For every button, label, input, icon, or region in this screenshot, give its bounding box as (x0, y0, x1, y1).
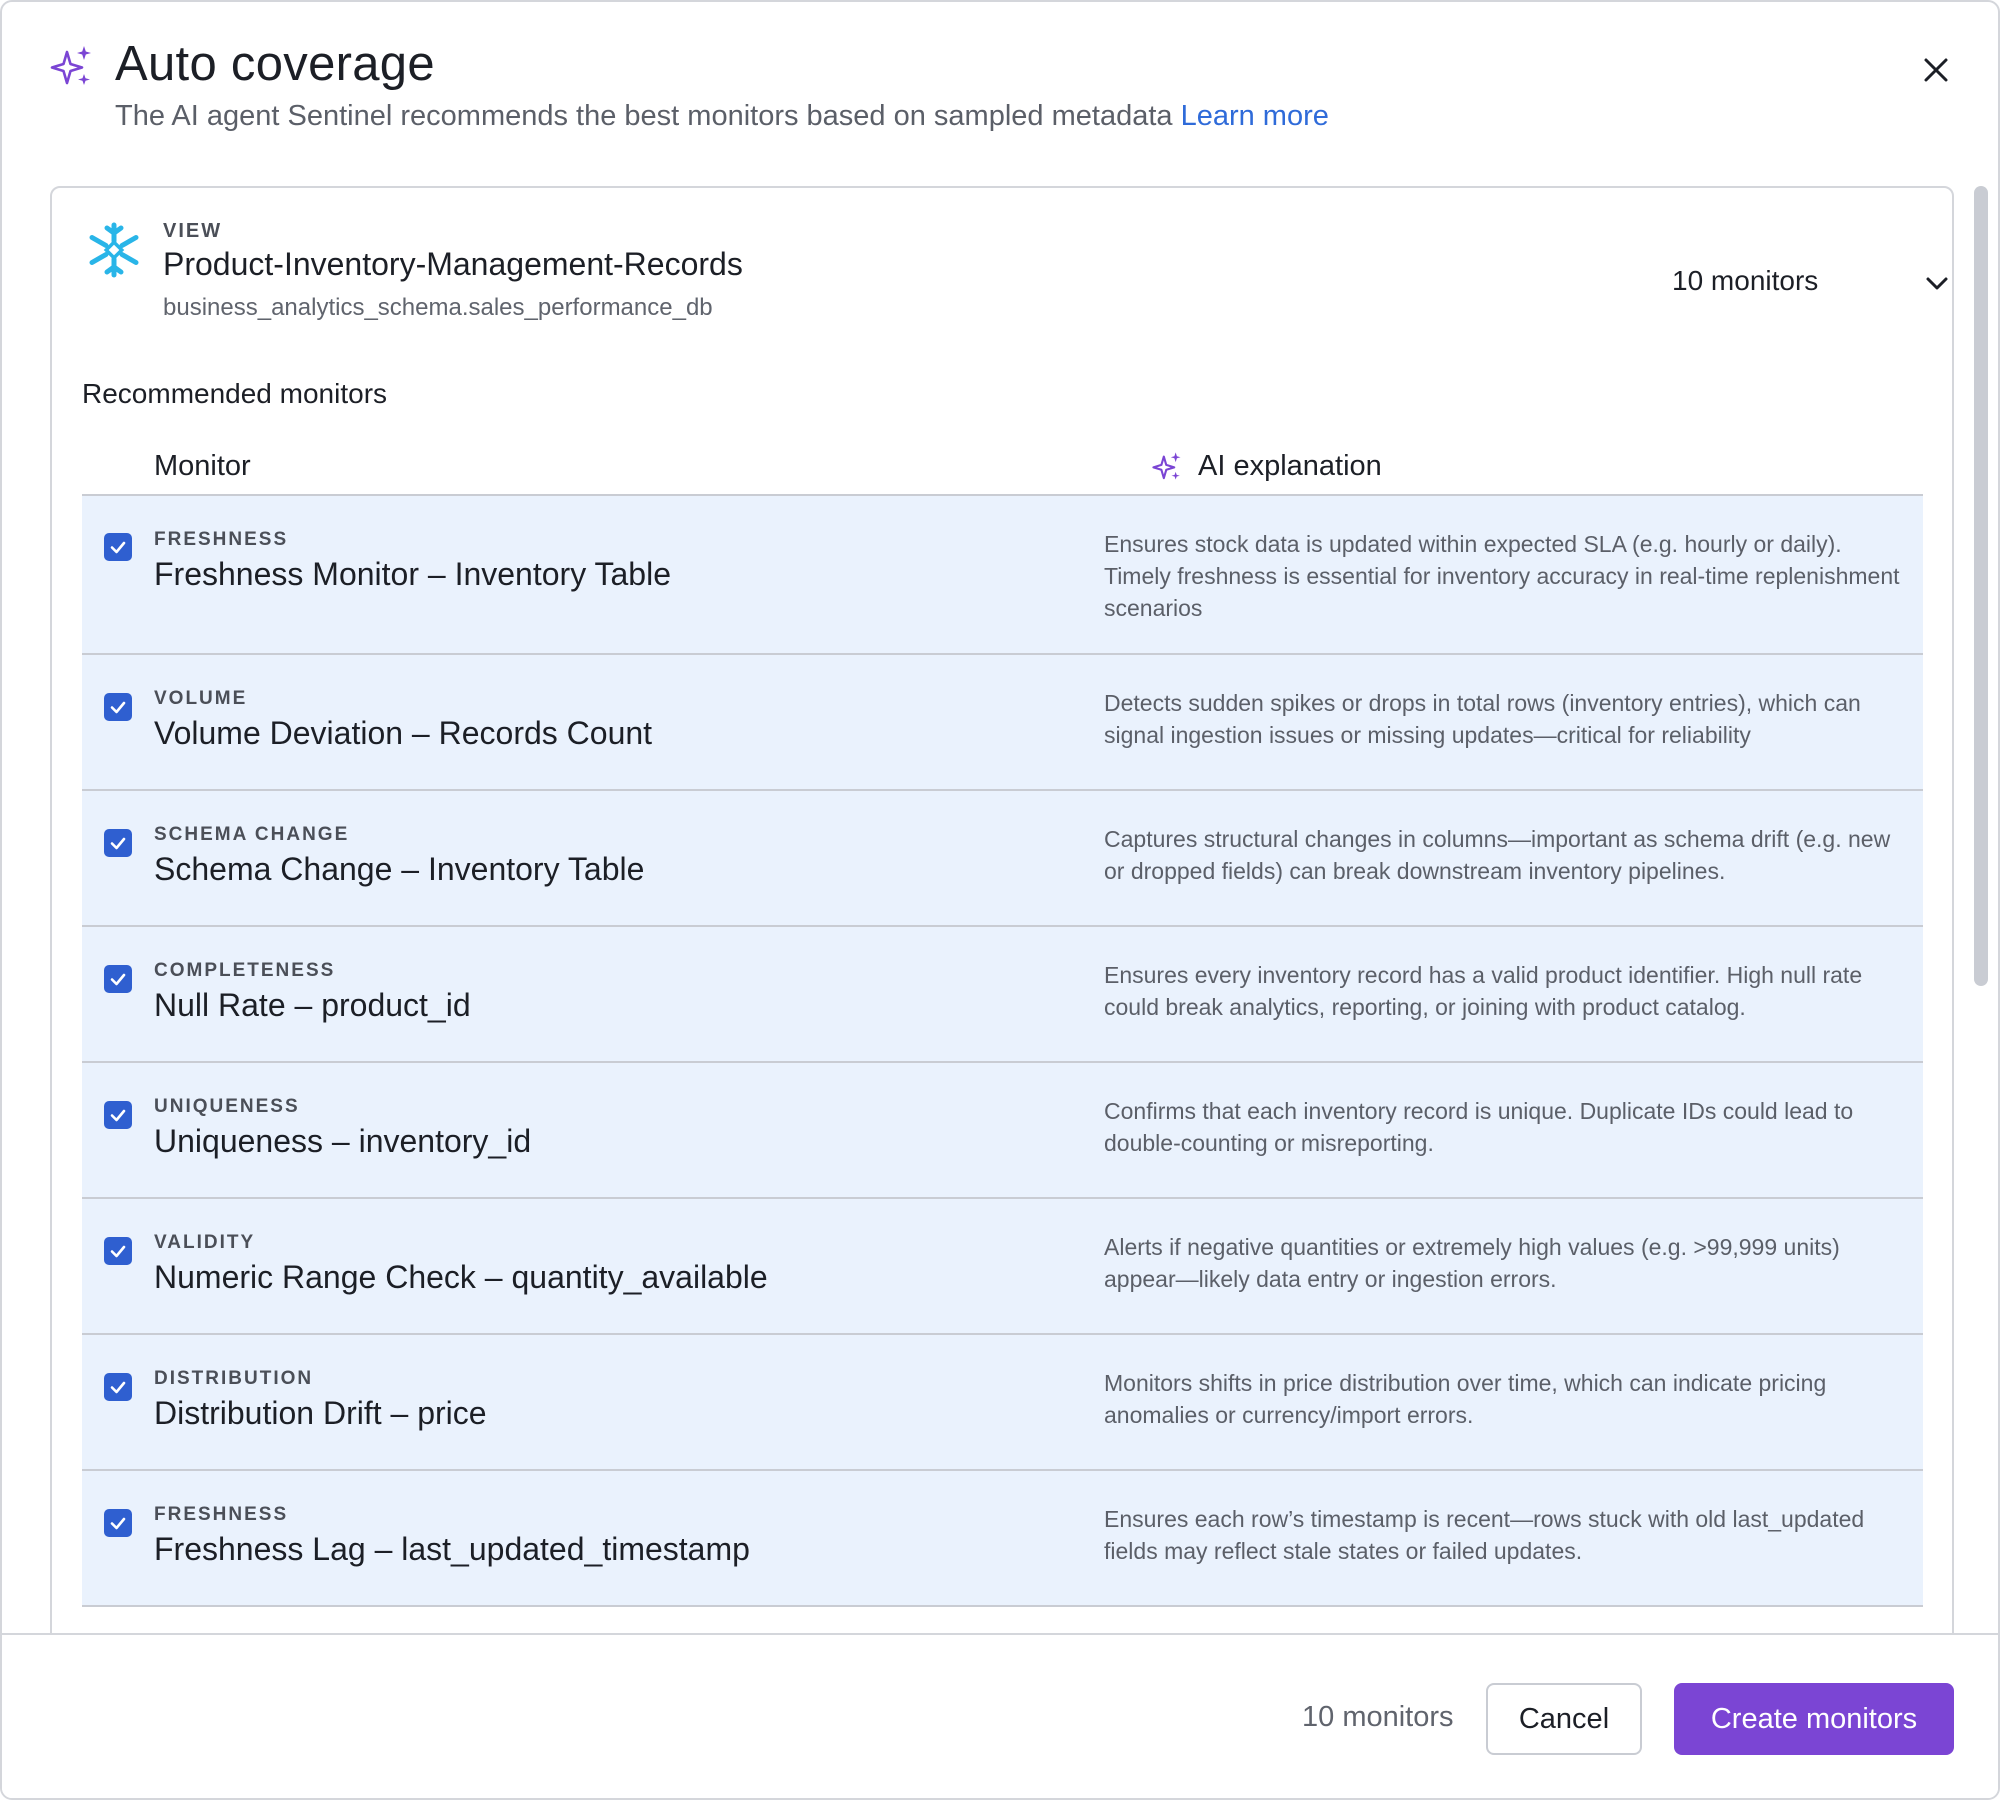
monitor-checkbox[interactable] (104, 829, 132, 857)
check-icon (110, 701, 126, 714)
snowflake-icon (89, 222, 139, 278)
monitor-count-toggle[interactable]: 10 monitors (1672, 246, 1952, 316)
monitor-name: Freshness Monitor – Inventory Table (154, 556, 671, 592)
sparkle-icon (50, 46, 91, 85)
close-icon[interactable] (1916, 50, 1956, 90)
check-icon (110, 1245, 126, 1258)
check-icon (110, 973, 126, 986)
monitor-name: Uniqueness – inventory_id (154, 1123, 532, 1159)
monitor-type: UNIQUENESS (154, 1096, 300, 1117)
monitor-type: VALIDITY (154, 1232, 256, 1253)
monitor-explanation: Ensures each row’s timestamp is recent—r… (1104, 1506, 1865, 1564)
monitor-name: Freshness Lag – last_updated_timestamp (154, 1531, 750, 1567)
monitor-count: 10 monitors (1672, 265, 1819, 296)
table-row: UNIQUENESS Uniqueness – inventory_id Con… (82, 1063, 1923, 1199)
monitor-explanation: Confirms that each inventory record is u… (1104, 1098, 1854, 1156)
monitor-type: SCHEMA CHANGE (154, 824, 350, 845)
view-path: business_analytics_schema.sales_performa… (163, 294, 713, 321)
monitor-name: Null Rate – product_id (154, 987, 471, 1023)
dialog-subtitle: The AI agent Sentinel recommends the bes… (115, 100, 1329, 133)
view-name: Product-Inventory-Management-Records (163, 246, 743, 282)
auto-coverage-dialog: Auto coverage The AI agent Sentinel reco… (0, 0, 2000, 1800)
subtitle-text: The AI agent Sentinel recommends the bes… (115, 100, 1173, 132)
check-icon (110, 1517, 126, 1530)
table-row: VALIDITY Numeric Range Check – quantity_… (82, 1199, 1923, 1335)
sparkle-icon (1152, 451, 1181, 480)
chevron-down-icon (1926, 277, 1948, 290)
monitor-checkbox[interactable] (104, 1237, 132, 1265)
view-card: VIEW Product-Inventory-Management-Record… (50, 186, 1954, 1646)
monitor-explanation: Ensures stock data is updated within exp… (1104, 531, 1900, 621)
monitor-name: Numeric Range Check – quantity_available (154, 1259, 768, 1295)
monitor-checkbox[interactable] (104, 1101, 132, 1129)
table-row: SCHEMA CHANGE Schema Change – Inventory … (82, 791, 1923, 927)
column-header-monitor: Monitor (154, 450, 251, 482)
monitor-checkbox[interactable] (104, 693, 132, 721)
learn-more-link[interactable]: Learn more (1181, 100, 1329, 132)
check-icon (110, 837, 126, 850)
cancel-button[interactable]: Cancel (1486, 1683, 1642, 1755)
create-monitors-button[interactable]: Create monitors (1674, 1683, 1954, 1755)
check-icon (110, 1109, 126, 1122)
monitor-name: Schema Change – Inventory Table (154, 851, 645, 887)
ai-explanation-label: AI explanation (1198, 450, 1382, 482)
footer-monitor-count: 10 monitors (1302, 1701, 1454, 1733)
table-row: VOLUME Volume Deviation – Records Count … (82, 655, 1923, 791)
monitor-explanation: Ensures every inventory record has a val… (1104, 962, 1863, 1020)
monitor-name: Distribution Drift – price (154, 1395, 487, 1431)
monitor-type: VOLUME (154, 688, 248, 709)
monitors-table: FRESHNESS Freshness Monitor – Inventory … (82, 494, 1923, 1607)
monitor-checkbox[interactable] (104, 1373, 132, 1401)
monitor-explanation: Detects sudden spikes or drops in total … (1104, 690, 1861, 748)
table-row: FRESHNESS Freshness Monitor – Inventory … (82, 496, 1923, 655)
monitor-explanation: Alerts if negative quantities or extreme… (1104, 1234, 1840, 1292)
dialog-footer: 10 monitors Cancel Create monitors (2, 1633, 1998, 1798)
monitor-checkbox[interactable] (104, 533, 132, 561)
dialog-title: Auto coverage (115, 37, 435, 91)
scrollbar-thumb[interactable] (1974, 186, 1988, 986)
check-icon (110, 541, 126, 554)
view-type-label: VIEW (163, 220, 223, 242)
table-row: FRESHNESS Freshness Lag – last_updated_t… (82, 1471, 1923, 1607)
column-header-ai-explanation: AI explanation (1152, 450, 1382, 483)
monitor-type: COMPLETENESS (154, 960, 336, 981)
monitor-type: DISTRIBUTION (154, 1368, 314, 1389)
table-row: DISTRIBUTION Distribution Drift – price … (82, 1335, 1923, 1471)
monitor-checkbox[interactable] (104, 965, 132, 993)
check-icon (110, 1381, 126, 1394)
monitor-name: Volume Deviation – Records Count (154, 715, 653, 751)
monitor-type: FRESHNESS (154, 529, 289, 550)
recommended-monitors-title: Recommended monitors (82, 378, 388, 409)
monitor-explanation: Monitors shifts in price distribution ov… (1104, 1370, 1827, 1428)
table-row: COMPLETENESS Null Rate – product_id Ensu… (82, 927, 1923, 1063)
monitor-explanation: Captures structural changes in columns—i… (1104, 826, 1891, 884)
monitor-checkbox[interactable] (104, 1509, 132, 1537)
monitor-type: FRESHNESS (154, 1504, 289, 1525)
